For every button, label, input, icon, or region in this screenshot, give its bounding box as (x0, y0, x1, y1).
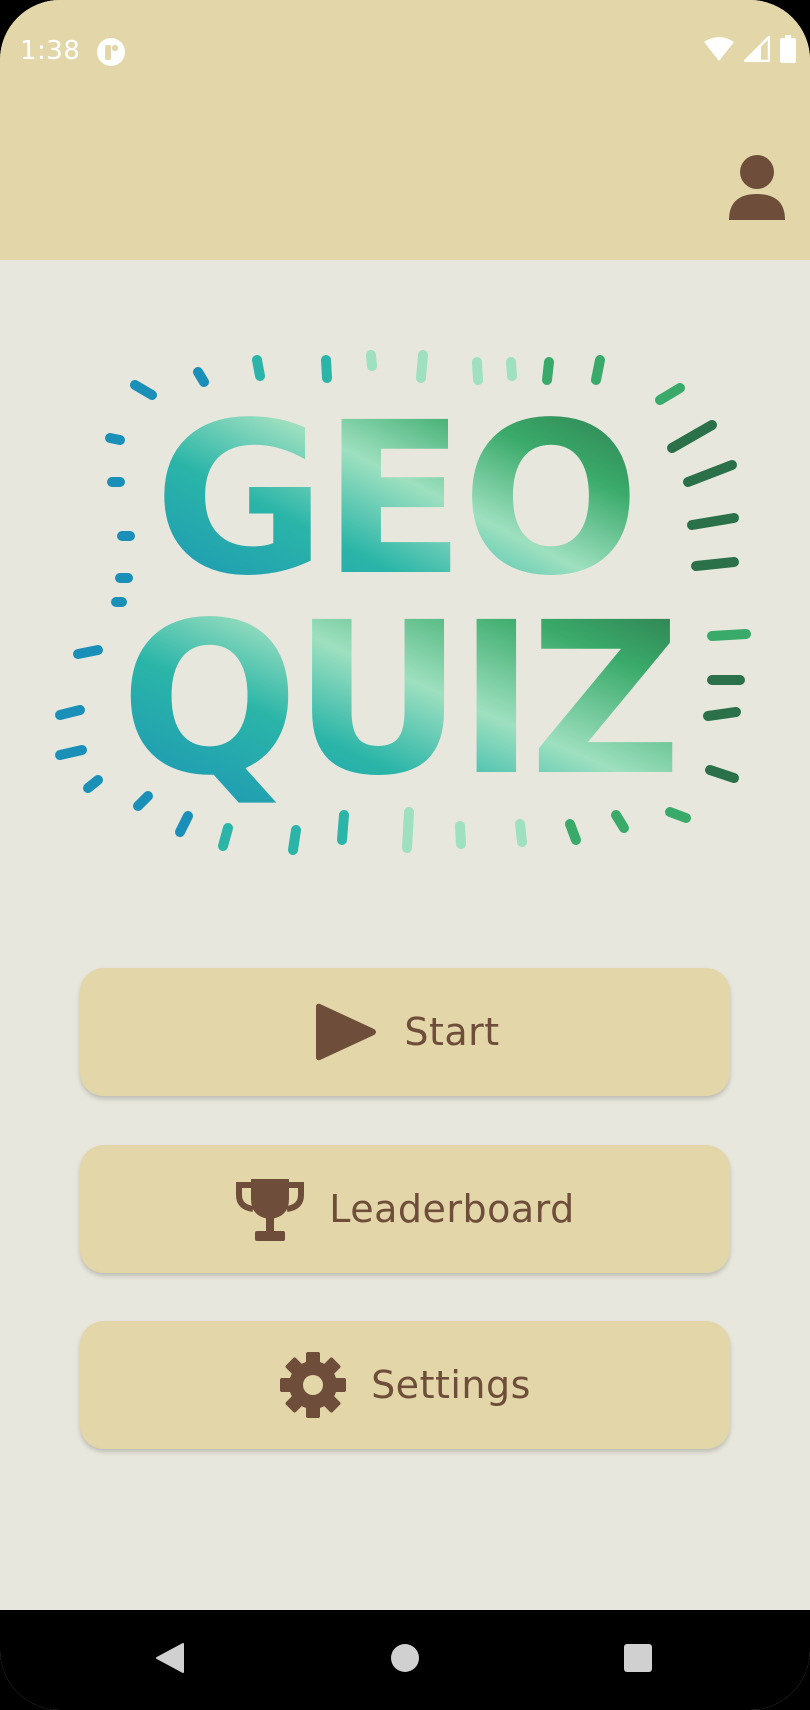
leaderboard-label: Leaderboard (329, 1187, 575, 1231)
logo-line2: QUIZ (120, 577, 675, 822)
status-time: 1:38 (20, 36, 81, 66)
app-bar (0, 104, 810, 260)
status-bar: 1:38 (0, 0, 810, 104)
recents-square-icon (623, 1643, 653, 1677)
start-label: Start (404, 1010, 500, 1054)
screen: 1:38 GEO QUIZ Start Leaderboard Settings (0, 0, 810, 1710)
back-button[interactable] (140, 1630, 200, 1690)
start-button[interactable]: Start (80, 968, 730, 1096)
home-button[interactable] (375, 1630, 435, 1690)
navigation-bar (0, 1610, 810, 1710)
trophy-icon (235, 1175, 305, 1243)
gear-icon (279, 1351, 347, 1419)
play-icon (310, 1001, 380, 1063)
settings-button[interactable]: Settings (80, 1321, 730, 1449)
person-icon (727, 154, 787, 226)
geo-quiz-logo: GEO QUIZ (40, 340, 770, 880)
recents-button[interactable] (608, 1630, 668, 1690)
battery-icon (780, 35, 796, 67)
wifi-icon (704, 36, 734, 66)
back-triangle-icon (155, 1642, 185, 1678)
signal-icon (741, 33, 771, 66)
logo-artwork: GEO QUIZ (55, 350, 751, 855)
profile-button[interactable] (722, 150, 792, 230)
status-icons (704, 33, 796, 67)
notification-app-icon (96, 37, 126, 67)
leaderboard-button[interactable]: Leaderboard (80, 1145, 730, 1273)
home-circle-icon (390, 1643, 420, 1677)
settings-label: Settings (371, 1363, 531, 1407)
